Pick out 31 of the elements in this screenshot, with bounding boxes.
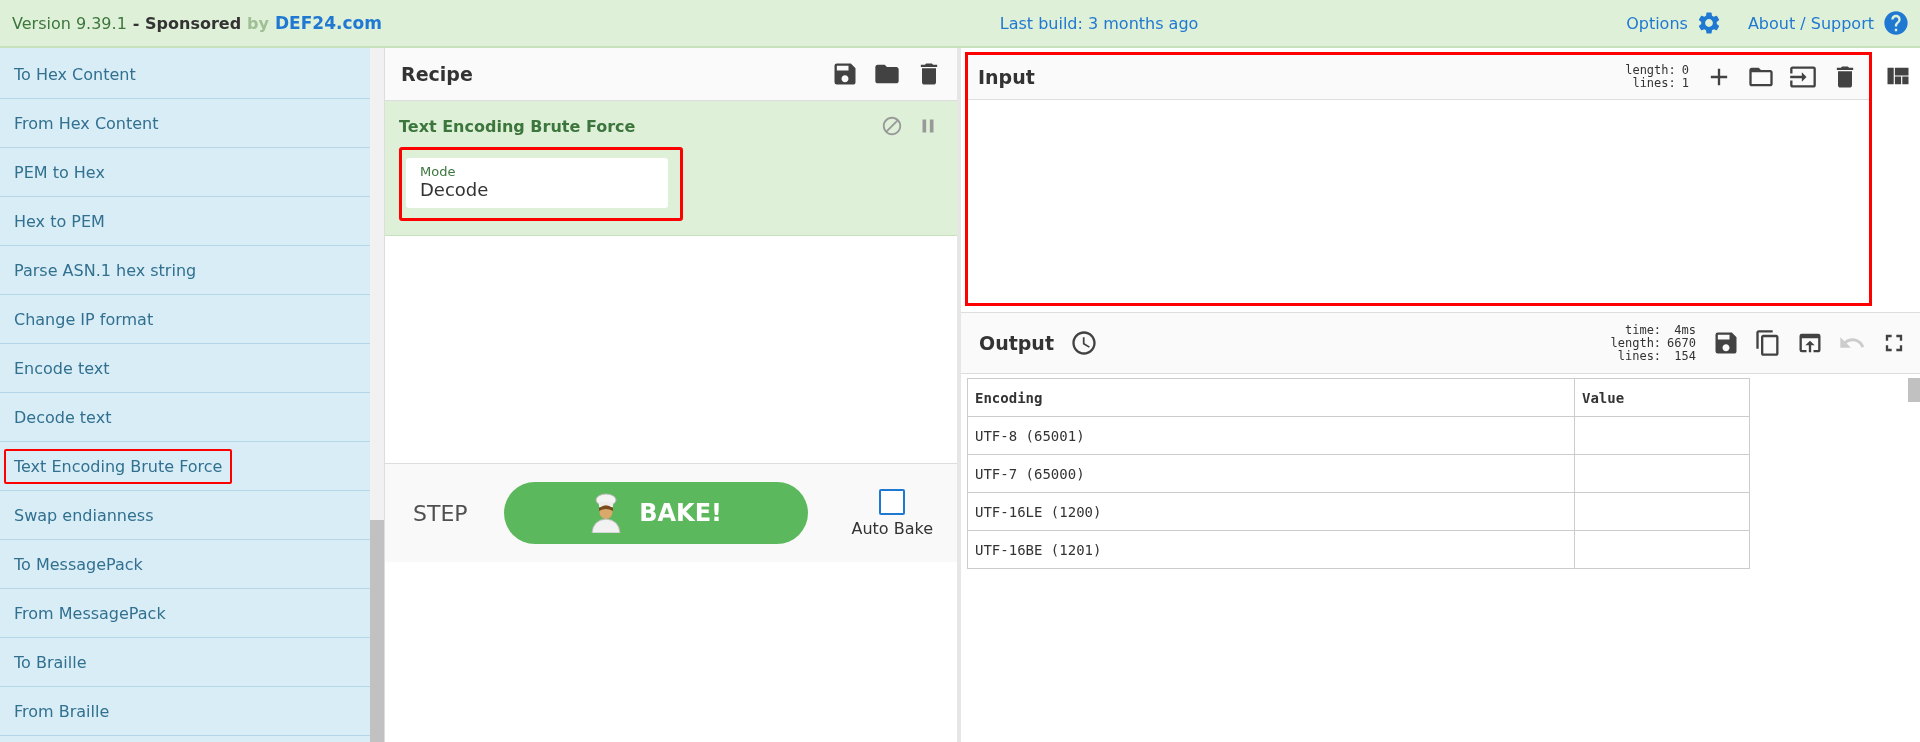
help-icon[interactable] [1882, 9, 1910, 37]
output-title: Output [979, 332, 1054, 354]
sponsor-label: - Sponsored [132, 13, 242, 33]
about-link[interactable]: About / Support [1747, 13, 1874, 33]
column-header: Value [1574, 378, 1750, 417]
operation-item[interactable]: Text Encoding Brute Force [0, 442, 370, 491]
table-cell: UTF-16BE (1201) [967, 530, 1575, 569]
table-cell: UTF-7 (65000) [967, 454, 1575, 493]
table-cell: UTF-16LE (1200) [967, 492, 1575, 531]
scrollbar[interactable] [1908, 378, 1920, 402]
column-header: Encoding [967, 378, 1575, 417]
scrollbar[interactable] [370, 48, 384, 742]
auto-bake-checkbox[interactable] [879, 488, 906, 515]
recipe-title: Recipe [401, 63, 474, 85]
input-title: Input [978, 66, 1036, 88]
sponsor-link[interactable]: DEF24.com [275, 13, 382, 33]
last-build-label: Last build: 3 months ago [999, 13, 1199, 33]
table-cell: UTF-8 (65001) [967, 416, 1575, 455]
clock-icon[interactable] [1070, 329, 1098, 357]
step-button[interactable]: STEP [413, 500, 468, 526]
bake-button[interactable]: BAKE! [503, 482, 808, 544]
version-label: Version 9.39.1 [12, 13, 127, 33]
output-stats: time: 4ms length: 6670 lines: 154 [1610, 323, 1696, 363]
options-link[interactable]: Options [1626, 13, 1688, 33]
sponsor-by-label: by [247, 13, 269, 33]
mode-field[interactable]: Mode Decode [406, 158, 668, 208]
operation-name: Text Encoding Brute Force [399, 116, 637, 136]
copy-icon[interactable] [1754, 329, 1782, 357]
chef-icon [589, 493, 624, 533]
input-stats: length: 0 lines: 1 [1625, 64, 1689, 90]
auto-bake-label: Auto Bake [851, 518, 933, 538]
